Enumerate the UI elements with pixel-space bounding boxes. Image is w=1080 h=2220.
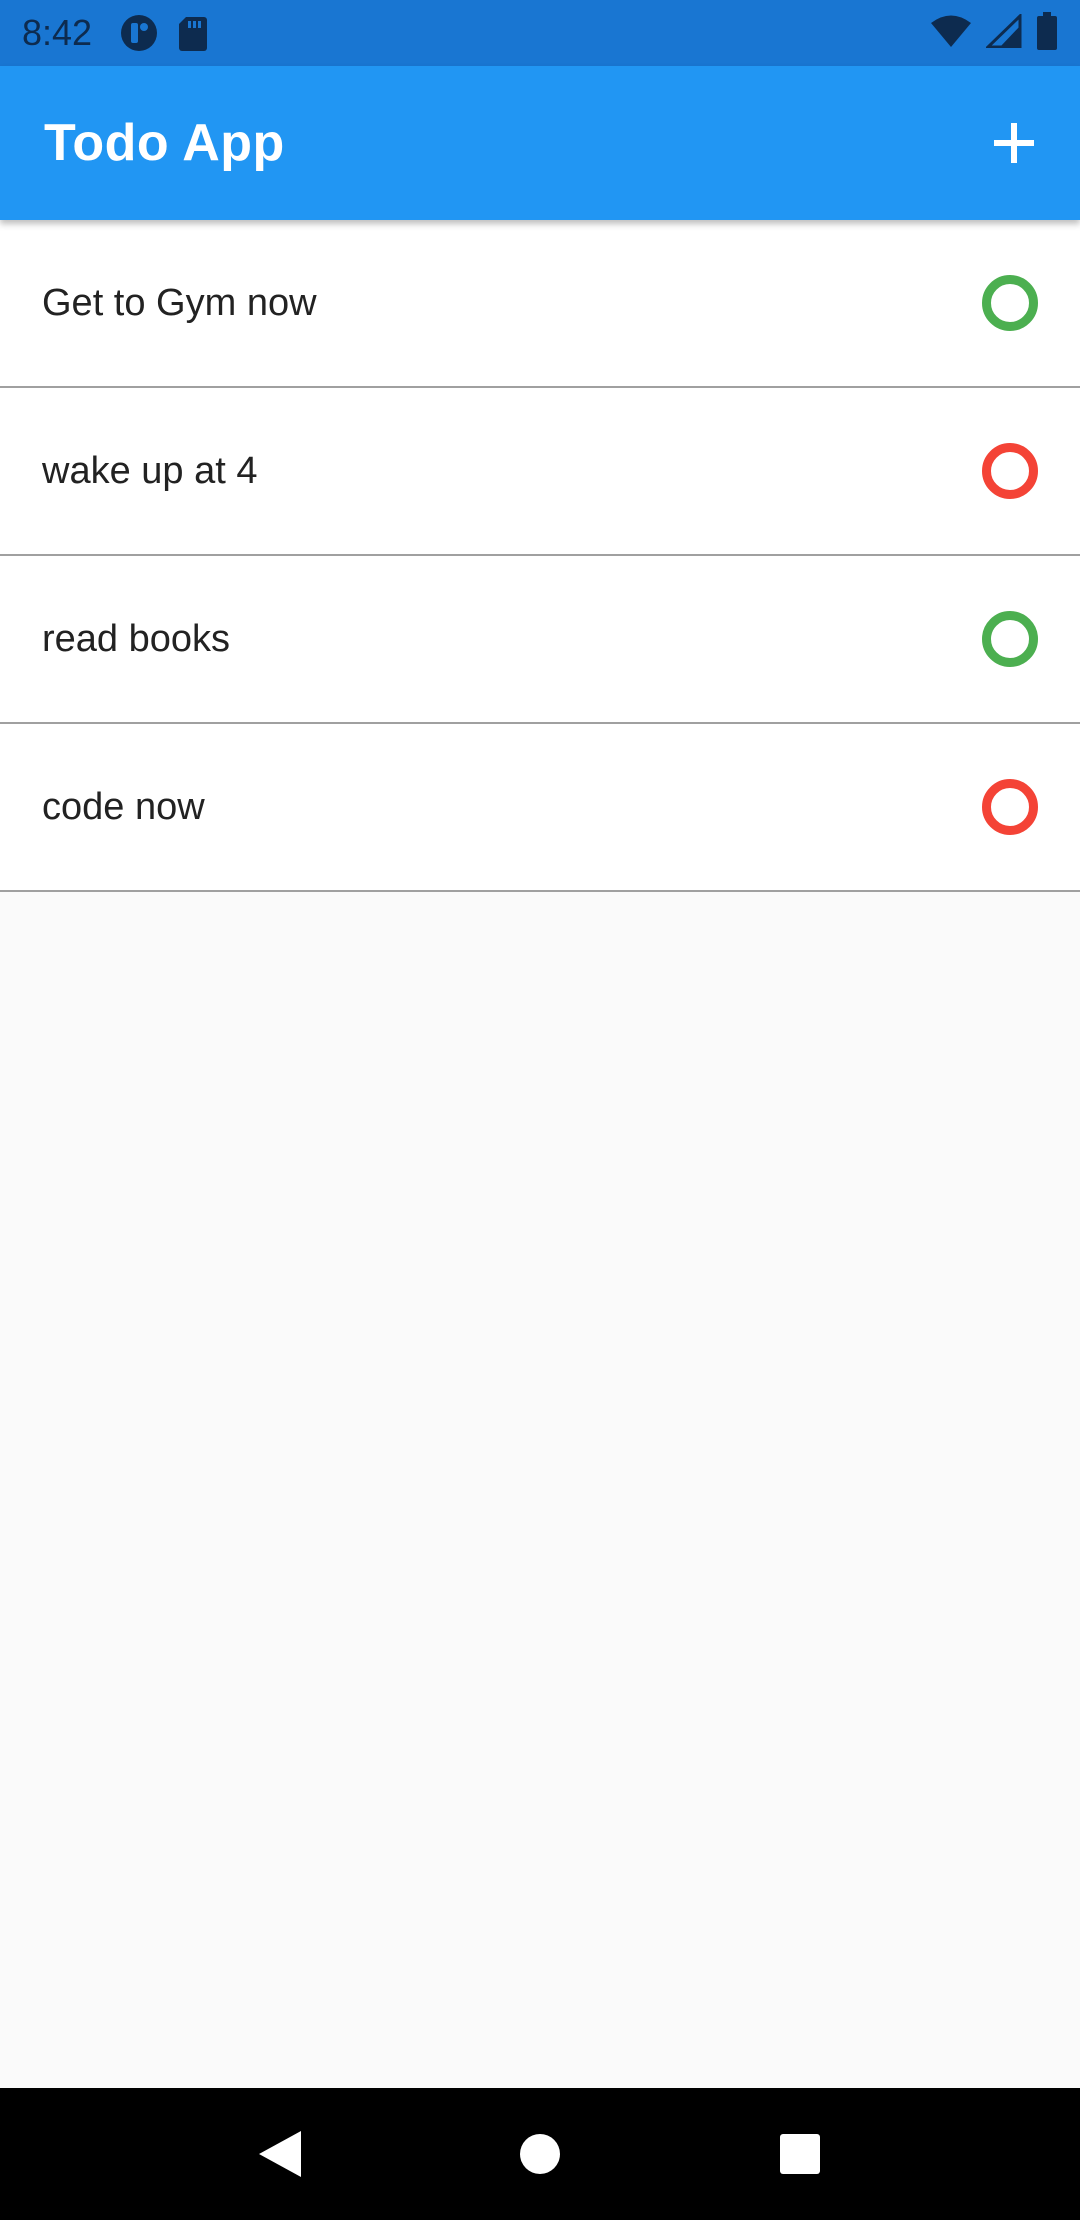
wifi-icon — [930, 14, 972, 53]
screen: 8:42 Todo App Get to Gym now wake up at … — [0, 0, 1080, 2220]
status-bar: 8:42 — [0, 0, 1080, 66]
notification-app-icon — [120, 14, 158, 52]
status-circle-icon[interactable] — [982, 275, 1038, 331]
todo-label: Get to Gym now — [42, 281, 317, 324]
todo-item[interactable]: Get to Gym now — [0, 220, 1080, 388]
todo-item[interactable]: wake up at 4 — [0, 388, 1080, 556]
back-icon — [259, 2131, 301, 2177]
status-circle-icon[interactable] — [982, 779, 1038, 835]
sd-card-icon — [178, 15, 208, 51]
recents-button[interactable] — [755, 2109, 845, 2199]
home-button[interactable] — [495, 2109, 585, 2199]
todo-label: code now — [42, 785, 205, 828]
todo-label: read books — [42, 617, 231, 660]
app-title: Todo App — [44, 114, 285, 172]
status-right-icons — [930, 11, 1058, 55]
navigation-bar — [0, 2088, 1080, 2220]
home-icon — [520, 2134, 560, 2174]
todo-item[interactable]: code now — [0, 724, 1080, 892]
status-time: 8:42 — [22, 12, 93, 53]
status-circle-icon[interactable] — [982, 443, 1038, 499]
todo-list: Get to Gym now wake up at 4 read books c… — [0, 220, 1080, 892]
status-circle-icon[interactable] — [982, 611, 1038, 667]
battery-icon — [1036, 11, 1058, 55]
todo-label: wake up at 4 — [42, 449, 258, 492]
todo-item[interactable]: read books — [0, 556, 1080, 724]
recents-icon — [780, 2134, 820, 2174]
app-bar: Todo App — [0, 66, 1080, 220]
back-button[interactable] — [235, 2109, 325, 2199]
plus-icon — [994, 123, 1034, 163]
add-todo-button[interactable] — [974, 103, 1054, 183]
cellular-signal-icon — [984, 11, 1022, 53]
